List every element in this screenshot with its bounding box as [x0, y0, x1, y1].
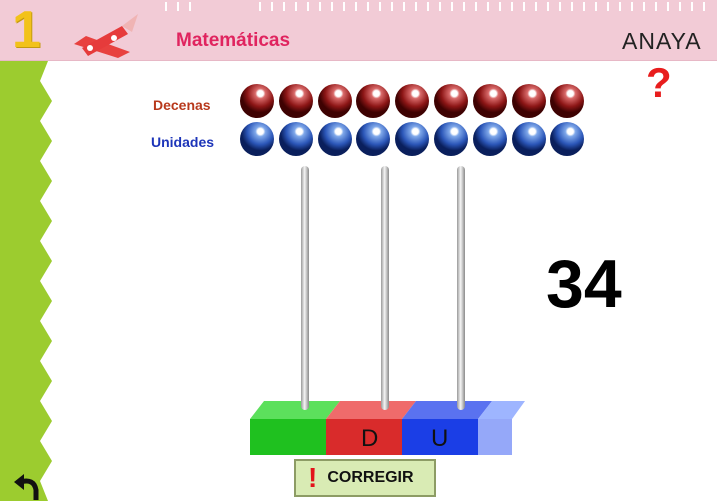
exclamation-icon: !: [308, 462, 318, 493]
units-bead[interactable]: [472, 122, 507, 156]
check-button[interactable]: ! CORREGIR: [294, 459, 436, 497]
units-label: Unidades: [151, 134, 215, 150]
units-bead[interactable]: [317, 122, 352, 156]
tens-bead[interactable]: [511, 84, 546, 118]
tens-position-label: D: [361, 425, 379, 452]
tens-bead-row: [240, 84, 585, 118]
subject-title: Matemáticas: [176, 30, 291, 51]
units-bead-row: [240, 122, 585, 156]
question-mark-icon[interactable]: ?: [646, 62, 672, 104]
units-bead[interactable]: [395, 122, 430, 156]
units-bead[interactable]: [356, 122, 391, 156]
units-bead[interactable]: [433, 122, 468, 156]
tens-bead[interactable]: [433, 84, 468, 118]
ruler-pencil-icon: [74, 14, 138, 58]
check-button-label: CORREGIR: [327, 469, 414, 486]
units-bead[interactable]: [278, 122, 313, 156]
header-bar: 1 Matemáticas ANAYA: [0, 0, 717, 61]
tens-bead[interactable]: [472, 84, 507, 118]
spiral-binding: [165, 2, 705, 11]
brand-logo: ANAYA: [622, 28, 702, 54]
back-arrow-icon[interactable]: [12, 470, 44, 500]
units-bead[interactable]: [240, 122, 274, 156]
tens-bead[interactable]: [395, 84, 430, 118]
abacus-rod: [381, 166, 389, 410]
units-position-label: U: [431, 425, 449, 452]
tens-bead[interactable]: [356, 84, 391, 118]
units-bead[interactable]: [511, 122, 546, 156]
abacus-rod: [301, 166, 309, 410]
tens-label: Decenas: [153, 97, 211, 113]
sidebar-decoration: [0, 61, 52, 501]
abacus-base: [250, 401, 525, 455]
target-number: 34: [546, 246, 622, 322]
tens-bead[interactable]: [240, 84, 274, 118]
abacus-rod: [457, 166, 465, 410]
units-bead[interactable]: [550, 122, 585, 156]
tens-bead[interactable]: [278, 84, 313, 118]
tens-bead[interactable]: [550, 84, 585, 118]
tens-bead[interactable]: [317, 84, 352, 118]
grade-number: 1: [12, 1, 41, 59]
